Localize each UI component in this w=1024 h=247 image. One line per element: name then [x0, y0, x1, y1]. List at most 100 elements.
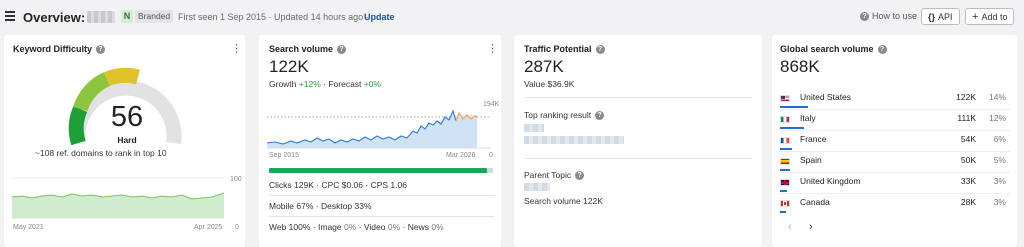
country-share-bar: [780, 148, 792, 150]
tp-title: Traffic Potential ?: [524, 44, 605, 54]
it-flag-icon: [780, 116, 790, 123]
country-share: 3%: [993, 176, 1006, 186]
gauge-yellow: [104, 67, 140, 87]
parent-topic-sv: Search volume 122K: [524, 196, 603, 206]
country-share: 14%: [988, 92, 1006, 102]
row-divider: [780, 130, 1010, 131]
kd-axis-min: 0: [235, 224, 239, 231]
forecast-value: +0%: [363, 79, 382, 89]
prev-page-button[interactable]: ‹: [788, 221, 792, 233]
country-share: 12%: [988, 113, 1006, 123]
keyword-meta: First seen 1 Sep 2015 · Updated 14 hours…: [178, 12, 369, 22]
kd-help-icon[interactable]: ?: [96, 44, 106, 54]
country-share: 6%: [993, 134, 1006, 144]
video-value: 0%: [387, 222, 401, 232]
top-ranking-redacted-1[interactable]: [524, 124, 544, 132]
tp-help-icon[interactable]: ?: [595, 44, 605, 54]
news-label: News: [407, 222, 429, 232]
parent-topic-help-icon[interactable]: ?: [575, 170, 585, 180]
sv-divider-2: [269, 216, 495, 217]
gsv-help-icon[interactable]: ?: [877, 44, 887, 54]
kd-value: 56: [110, 101, 144, 133]
menu-icon[interactable]: [5, 11, 15, 21]
sv-help-icon[interactable]: ?: [337, 44, 347, 54]
country-row[interactable]: Italy 111K 12%: [780, 112, 1010, 133]
tp-divider-2: [524, 158, 752, 159]
country-row[interactable]: United States 122K 14%: [780, 91, 1010, 112]
country-share-bar: [780, 127, 804, 129]
how-to-use-label: How to use: [872, 11, 918, 21]
us-flag-icon: [780, 95, 790, 102]
global-volume-card: Global search volume ? 868K United State…: [772, 35, 1017, 247]
top-ranking-redacted-2[interactable]: [524, 136, 624, 144]
sv-title-label: Search volume: [269, 44, 334, 54]
top-ranking-label: Top ranking result: [524, 110, 592, 120]
sv-growth-row: Growth +12% · Forecast +0%: [269, 79, 381, 89]
tp-value: 287K: [524, 57, 564, 76]
kd-title: Keyword Difficulty ?: [13, 44, 106, 54]
country-volume: 111K: [957, 113, 976, 123]
country-row[interactable]: Spain 50K 5%: [780, 154, 1010, 175]
kd-axis-max: 100: [230, 176, 242, 183]
country-share: 3%: [993, 197, 1006, 207]
kd-history-chart: [12, 177, 224, 219]
country-volume: 33K: [960, 176, 976, 186]
sv-value: 122K: [269, 57, 309, 76]
news-value: 0%: [431, 222, 444, 232]
help-icon: ?: [860, 11, 869, 21]
clicks-row: Clicks 129K · CPC $0.06 · CPS 1.06: [269, 180, 407, 190]
update-link[interactable]: Update: [364, 12, 395, 22]
kd-more-icon[interactable]: ⋮: [231, 42, 242, 55]
kd-level: Hard: [117, 135, 137, 145]
country-volume: 54K: [960, 134, 976, 144]
kd-title-label: Keyword Difficulty: [13, 44, 93, 54]
country-row[interactable]: Canada 28K 3%: [780, 196, 1010, 217]
country-row[interactable]: France 54K 6%: [780, 133, 1010, 154]
fr-flag-icon: [780, 137, 790, 144]
page-title: Overview:: [23, 10, 86, 25]
country-volume: 28K: [960, 197, 976, 207]
tp-title-label: Traffic Potential: [524, 44, 592, 54]
gsv-title: Global search volume ?: [780, 44, 887, 54]
image-value: 0%: [344, 222, 357, 232]
sv-history-chart: [267, 109, 491, 149]
kd-description: ~108 ref. domains to rank in top 10: [35, 148, 167, 158]
api-button[interactable]: {} API: [921, 8, 960, 25]
sv-axis-end: Mar 2026: [446, 152, 476, 159]
country-share: 5%: [993, 155, 1006, 165]
forecast-label: Forecast: [328, 79, 362, 89]
search-volume-card: Search volume ? ⋮ 122K Growth +12% · For…: [259, 35, 501, 247]
plus-icon: +: [972, 10, 979, 23]
how-to-use-link[interactable]: ? How to use: [860, 11, 917, 21]
device-row: Mobile 67% · Desktop 33%: [269, 201, 372, 211]
ca-flag-icon: [780, 200, 790, 207]
image-label: Image: [318, 222, 342, 232]
parent-topic-redacted[interactable]: [524, 183, 550, 191]
sv-more-icon[interactable]: ⋮: [487, 42, 498, 55]
top-ranking-help-icon[interactable]: ?: [595, 110, 605, 120]
tp-divider-1: [524, 97, 752, 98]
api-label: API: [938, 11, 953, 22]
add-to-label: Add to: [981, 11, 1008, 22]
parent-topic-row: Parent Topic ?: [524, 170, 585, 180]
country-share-bar: [780, 106, 808, 108]
country-name: United States: [800, 92, 852, 102]
serp-type-row: Web 100% · Image 0% · Video 0% · News 0%: [269, 222, 444, 232]
row-divider: [780, 151, 1010, 152]
sv-title: Search volume ?: [269, 44, 347, 54]
country-name: France: [800, 134, 827, 144]
sv-axis-min: 0: [489, 152, 493, 159]
country-share-bar: [780, 169, 790, 171]
sv-axis-start: Sep 2015: [269, 152, 299, 159]
sv-divider-1: [269, 195, 495, 196]
es-flag-icon: [780, 158, 790, 165]
country-name: Italy: [800, 113, 816, 123]
add-to-button[interactable]: + Add to: [965, 8, 1015, 25]
country-row[interactable]: United Kingdom 33K 3%: [780, 175, 1010, 196]
next-page-button[interactable]: ›: [809, 221, 813, 233]
country-volume: 122K: [956, 92, 976, 102]
keyword-redacted: [87, 11, 115, 23]
kd-axis-start: May 2021: [13, 224, 44, 231]
sv-axis-max: 194K: [483, 101, 500, 108]
country-share-bar: [780, 211, 786, 213]
